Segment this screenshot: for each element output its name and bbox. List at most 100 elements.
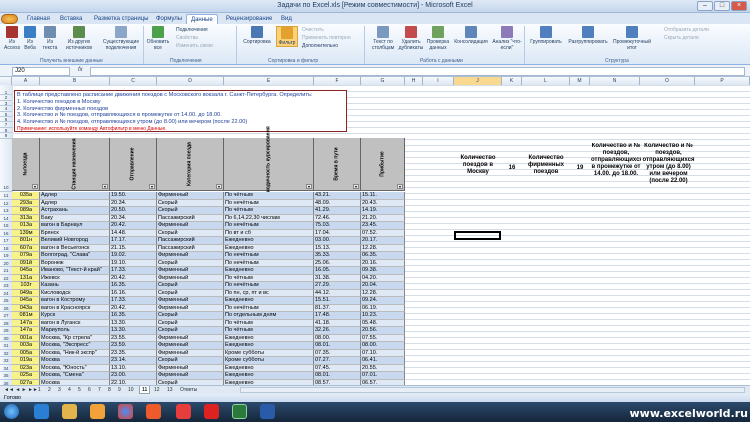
table-cell[interactable]: 20.50. bbox=[110, 207, 157, 215]
from-other-sources-button[interactable]: Из других источников bbox=[62, 26, 96, 51]
table-cell[interactable]: Скорый bbox=[157, 229, 224, 237]
edit-links-link[interactable]: Изменить связи bbox=[176, 43, 213, 49]
table-cell[interactable]: 15.51. bbox=[314, 297, 361, 305]
table-cell[interactable]: Фирменный bbox=[157, 267, 224, 275]
table-cell[interactable]: 23.45. bbox=[361, 222, 405, 230]
table-cell[interactable]: 08.01. bbox=[314, 372, 361, 380]
table-cell[interactable]: 023а bbox=[12, 364, 40, 372]
column-header[interactable]: B bbox=[40, 77, 110, 85]
what-if-button[interactable]: Анализ "что-если" bbox=[492, 26, 522, 51]
table-cell[interactable]: 43.21. bbox=[314, 192, 361, 200]
table-cell[interactable]: По нечётным bbox=[224, 222, 314, 230]
table-cell[interactable]: 17.33. bbox=[110, 297, 157, 305]
row-header[interactable]: 34 bbox=[0, 365, 12, 372]
table-cell[interactable]: Скорый bbox=[157, 319, 224, 327]
from-text-button[interactable]: Из текста bbox=[40, 26, 60, 51]
table-cell[interactable]: 131а bbox=[12, 274, 40, 282]
table-cell[interactable]: Москва bbox=[40, 357, 110, 365]
table-cell[interactable]: 06.19. bbox=[361, 304, 405, 312]
table-cell[interactable]: Ежедневно bbox=[224, 334, 314, 342]
table-cell[interactable]: 07.35. bbox=[314, 349, 361, 357]
table-cell[interactable]: Ежедневно bbox=[224, 372, 314, 380]
column-header[interactable]: E bbox=[224, 77, 314, 85]
word-icon[interactable] bbox=[260, 404, 275, 419]
table-cell[interactable]: Фирменный bbox=[157, 192, 224, 200]
table-cell[interactable]: вагон в Красноярск bbox=[40, 304, 110, 312]
table-cell[interactable]: Брянск bbox=[40, 229, 110, 237]
table-cell[interactable]: 20.34. bbox=[110, 214, 157, 222]
folder-icon[interactable] bbox=[62, 404, 77, 419]
table-cell[interactable]: Ежедневно bbox=[224, 244, 314, 252]
table-row[interactable]: 043а вагон в Красноярск 20.42. Фирменный По … bbox=[12, 304, 405, 312]
row-header[interactable]: 19 bbox=[0, 252, 12, 260]
table-row[interactable]: 103г Казань 16.35. Скорый По нечётным 27.29. 2… bbox=[12, 282, 405, 290]
ungroup-button[interactable]: Разгруппировать bbox=[566, 26, 610, 45]
table-cell[interactable]: 17.04. bbox=[314, 229, 361, 237]
table-cell[interactable]: 20.56. bbox=[361, 327, 405, 335]
table-row[interactable]: 003а Москва, "Экспресс" 23.59. Фирменный Еже… bbox=[12, 342, 405, 350]
row-header[interactable]: 14 bbox=[0, 215, 12, 222]
row-header[interactable]: 21 bbox=[0, 267, 12, 275]
sheet-tab[interactable]: 8 bbox=[106, 386, 113, 394]
show-detail-link[interactable]: Отобразить детали bbox=[664, 27, 709, 33]
column-header[interactable]: P bbox=[695, 77, 750, 85]
table-cell[interactable]: Скорый bbox=[157, 259, 224, 267]
table-row[interactable]: 045а Иваново, "Текст-й край" 17.33. Фирменн… bbox=[12, 267, 405, 275]
table-row[interactable]: 019а Москва 23.14. Скорый Кроме субботы 07.27… bbox=[12, 357, 405, 365]
table-cell[interactable]: 13.30. bbox=[110, 319, 157, 327]
column-header[interactable]: A bbox=[12, 77, 40, 85]
table-cell[interactable]: 07.45. bbox=[314, 364, 361, 372]
table-cell[interactable]: 12.28. bbox=[361, 244, 405, 252]
table-cell[interactable]: Казань bbox=[40, 282, 110, 290]
row-header[interactable]: 12 bbox=[0, 200, 12, 207]
remove-duplicates-button[interactable]: Удалить дубликаты bbox=[398, 26, 424, 51]
table-cell[interactable]: Фирменный bbox=[157, 297, 224, 305]
table-cell[interactable]: 20.04. bbox=[361, 282, 405, 290]
column-header[interactable]: O bbox=[640, 77, 695, 85]
row-header[interactable]: 20 bbox=[0, 260, 12, 267]
table-cell[interactable]: 07.01. bbox=[361, 372, 405, 380]
table-cell[interactable]: 10.23. bbox=[361, 312, 405, 320]
row-header[interactable]: 25 bbox=[0, 297, 12, 305]
table-row[interactable]: 005а Москва, "Ник-й экспр" 23.35. Фирменный… bbox=[12, 349, 405, 357]
table-cell[interactable]: 19.02. bbox=[110, 252, 157, 260]
table-cell[interactable]: Москва, "Кр стрела" bbox=[40, 334, 110, 342]
table-cell[interactable]: 045а bbox=[12, 297, 40, 305]
active-cell[interactable] bbox=[454, 231, 501, 240]
sheet-tab[interactable]: 5 bbox=[76, 386, 83, 394]
table-cell[interactable]: 27.29. bbox=[314, 282, 361, 290]
table-cell[interactable]: 23.35. bbox=[110, 349, 157, 357]
table-cell[interactable]: 16.35. bbox=[110, 312, 157, 320]
table-cell[interactable]: Скорый bbox=[157, 207, 224, 215]
table-cell[interactable]: 23.00. bbox=[110, 372, 157, 380]
table-cell[interactable]: Астрахань bbox=[40, 207, 110, 215]
table-cell[interactable]: 81.37. bbox=[314, 304, 361, 312]
table-cell[interactable]: 07.52. bbox=[361, 229, 405, 237]
table-cell[interactable]: 14.48. bbox=[110, 229, 157, 237]
table-cell[interactable]: Пассажирский bbox=[157, 214, 224, 222]
table-cell[interactable]: 20.17. bbox=[361, 237, 405, 245]
row-header[interactable]: 27 bbox=[0, 312, 12, 320]
tab-data[interactable]: Данные bbox=[186, 14, 218, 24]
table-cell[interactable]: Фирменный bbox=[157, 274, 224, 282]
table-cell[interactable]: 17.48. bbox=[314, 312, 361, 320]
table-row[interactable]: 139м Брянск 14.48. Скорый По вт и сб 17.04. 07… bbox=[12, 229, 405, 237]
name-box[interactable]: J20 bbox=[12, 67, 70, 76]
table-cell[interactable]: Фирменный bbox=[157, 342, 224, 350]
table-cell[interactable]: 091й bbox=[12, 259, 40, 267]
table-row[interactable]: 049а Кисловодск 16.16. Скорый По пн, ср, пт … bbox=[12, 289, 405, 297]
table-cell[interactable]: 607а bbox=[12, 244, 40, 252]
table-cell[interactable]: 801н bbox=[12, 237, 40, 245]
table-cell[interactable]: 14.19. bbox=[361, 207, 405, 215]
row-header[interactable]: 22 bbox=[0, 275, 12, 282]
table-row[interactable]: 035а Адлер 19.50. Фирменный По чётным 43.21. 1… bbox=[12, 192, 405, 200]
table-cell[interactable]: 081м bbox=[12, 312, 40, 320]
table-cell[interactable]: 293а bbox=[12, 199, 40, 207]
table-cell[interactable]: По нечётным bbox=[224, 282, 314, 290]
table-cell[interactable]: 025а bbox=[12, 372, 40, 380]
row-header[interactable]: 35 bbox=[0, 372, 12, 380]
table-cell[interactable]: 001а bbox=[12, 334, 40, 342]
table-cell[interactable]: 15.11. bbox=[361, 192, 405, 200]
subtotal-button[interactable]: Промежуточный итог bbox=[612, 26, 652, 51]
table-cell[interactable]: 15.13. bbox=[314, 244, 361, 252]
